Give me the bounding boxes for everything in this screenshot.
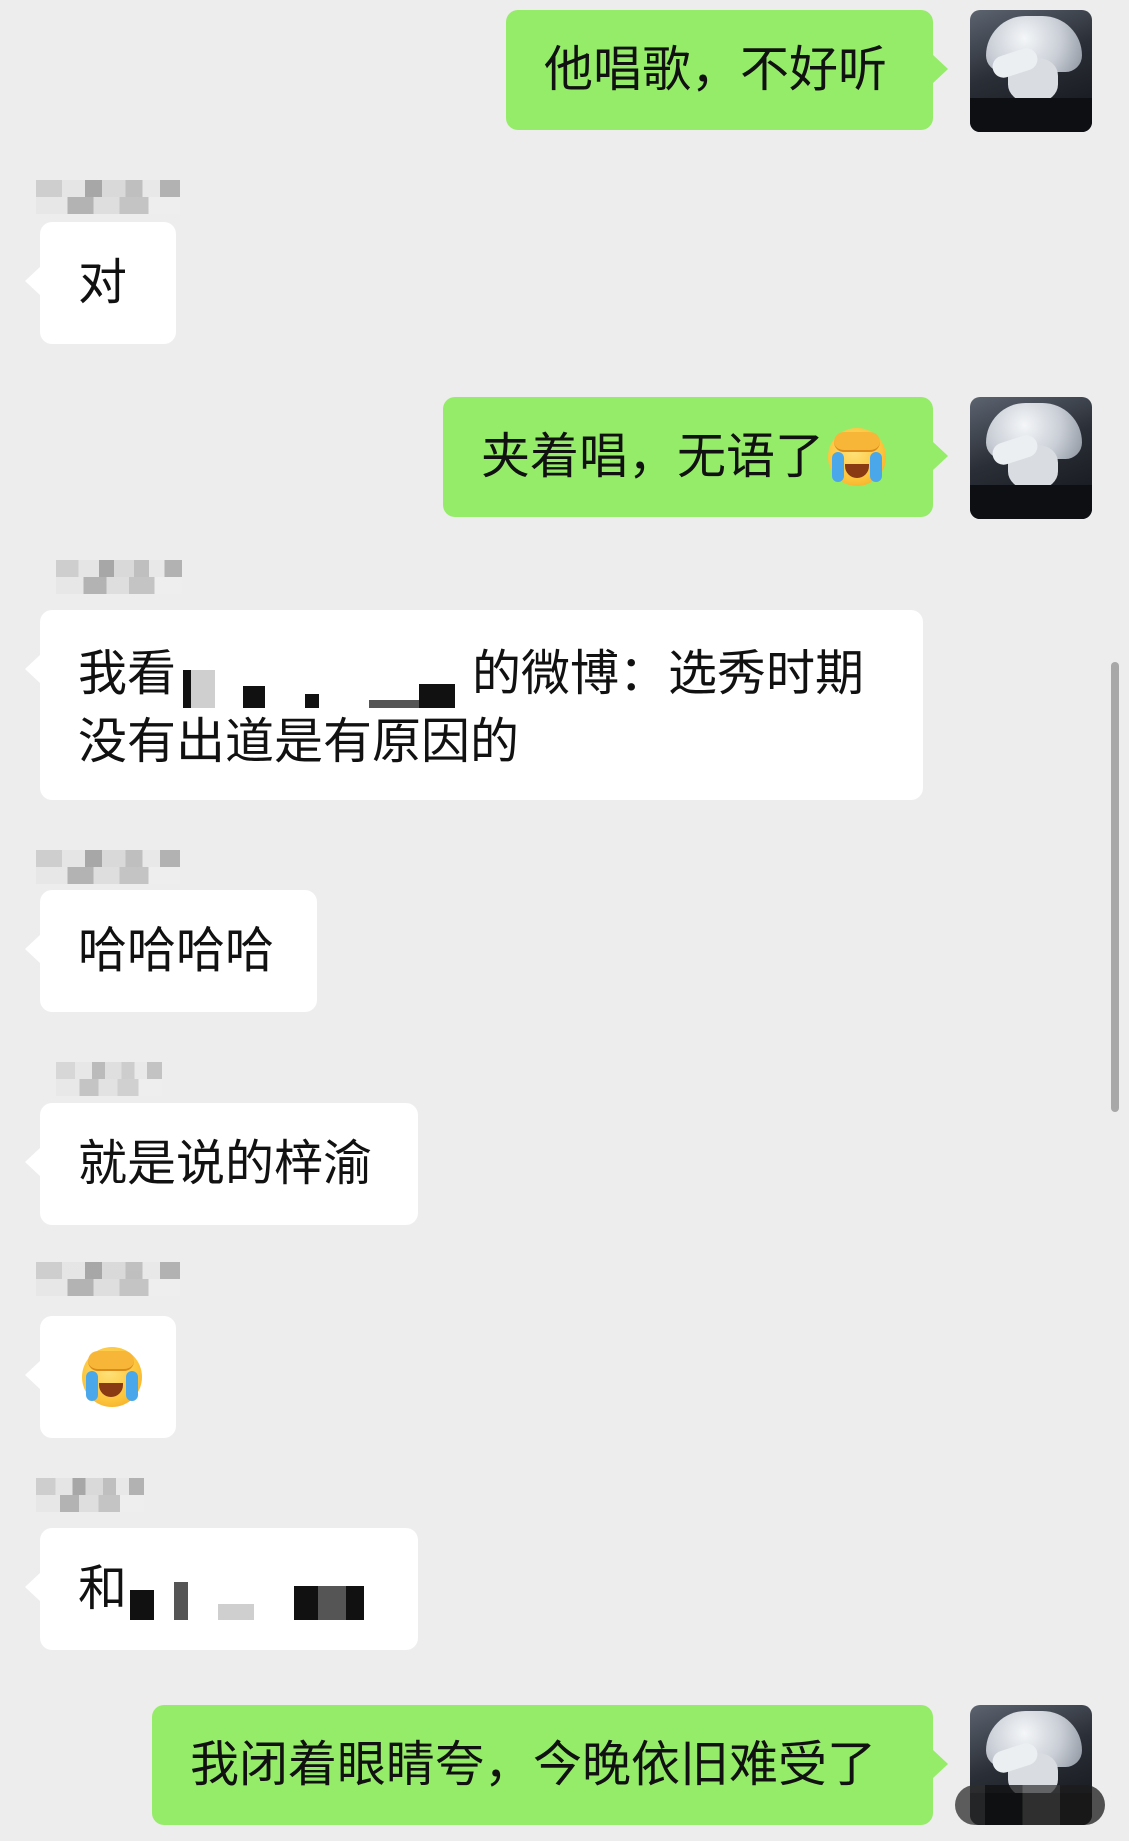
incoming-message-bubble[interactable]: 对	[25, 222, 176, 344]
my-avatar[interactable]	[970, 397, 1092, 519]
incoming-message-bubble[interactable]: 哈哈哈哈	[25, 890, 317, 1012]
redacted-mosaic	[130, 1570, 377, 1620]
outgoing-message-bubble[interactable]: 我闭着眼睛夸，今晚依旧难受了	[152, 1705, 948, 1825]
outgoing-message-bubble[interactable]: 他唱歌，不好听	[506, 10, 948, 130]
my-avatar[interactable]	[970, 10, 1092, 132]
outgoing-message-bubble[interactable]: 夹着唱，无语了	[443, 397, 948, 517]
message-text: 我闭着眼睛夸，今晚依旧难受了	[190, 1736, 877, 1793]
message-text: 就是说的梓渝	[78, 1135, 373, 1192]
incoming-message-bubble[interactable]: 我看 的微博：选秀时期没有出道是有原因的	[25, 610, 923, 800]
facepalm-crying-emoji-icon	[82, 1347, 142, 1407]
message-text-before: 我看	[78, 645, 177, 702]
message-text: 对	[78, 254, 128, 311]
incoming-message-bubble[interactable]: 就是说的梓渝	[25, 1103, 418, 1225]
sender-name-redacted	[56, 1062, 162, 1096]
watermark-redacted	[955, 1785, 1105, 1825]
sender-name-redacted	[36, 1262, 180, 1296]
redacted-mosaic	[179, 658, 469, 708]
sender-name-redacted	[56, 560, 182, 594]
sender-name-redacted	[36, 1478, 144, 1512]
scrollbar-thumb[interactable]	[1111, 662, 1119, 1112]
message-text: 和	[78, 1560, 128, 1617]
sender-name-redacted	[36, 850, 180, 884]
message-text: 夹着唱，无语了	[481, 428, 825, 485]
message-text: 哈哈哈哈	[78, 922, 275, 979]
incoming-message-bubble[interactable]	[25, 1316, 176, 1438]
sender-name-redacted	[36, 180, 180, 214]
incoming-message-bubble[interactable]: 和	[25, 1528, 418, 1650]
message-text: 我看 的微博：选秀时期没有出道是有原因的	[78, 640, 885, 776]
facepalm-crying-emoji-icon	[828, 428, 887, 486]
chat-history[interactable]: 他唱歌，不好听 对 夹着唱，无语了 我看 的微博：选秀时期没有出道是有原因的 哈…	[0, 0, 1129, 1841]
message-text: 他唱歌，不好听	[544, 41, 888, 98]
